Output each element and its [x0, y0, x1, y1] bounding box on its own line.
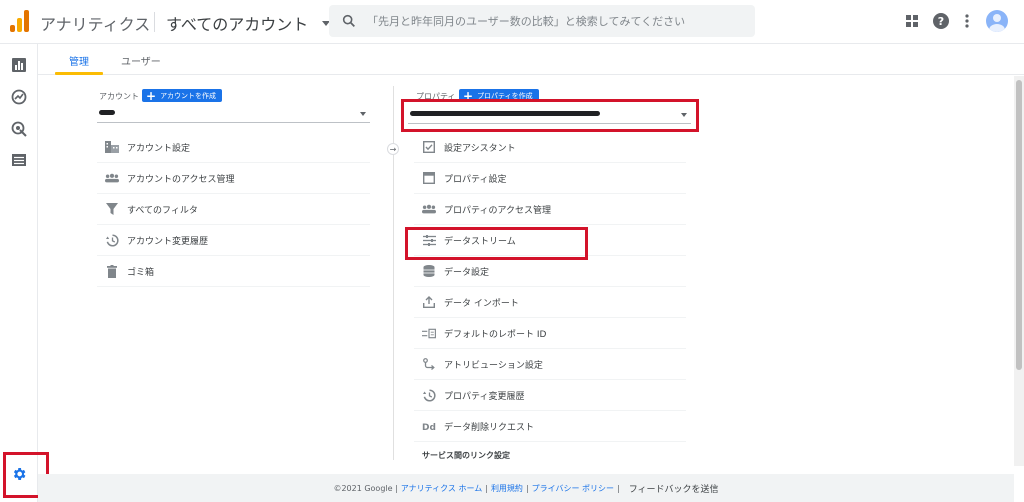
menu-item-account-settings[interactable]: アカウント設定 [97, 132, 370, 163]
explore-icon[interactable] [11, 89, 27, 105]
left-nav-rail [0, 44, 38, 502]
menu-item-label: アカウント設定 [127, 143, 191, 154]
help-icon[interactable]: ? [931, 11, 951, 31]
history-icon [422, 388, 436, 402]
menu-item-all-filters[interactable]: すべてのフィルタ [97, 194, 370, 225]
property-menu: 設定アシスタント プロパティ設定 プロパティのアクセス管理 データストリーム デ… [414, 132, 686, 461]
menu-item-label: アトリビューション設定 [444, 360, 543, 371]
menu-item-trash[interactable]: ゴミ箱 [97, 256, 370, 287]
menu-item-property-settings[interactable]: プロパティ設定 [414, 163, 686, 194]
search-bar[interactable] [329, 5, 755, 37]
menu-item-label: すべてのフィルタ [127, 205, 198, 216]
account-picker-label: すべてのアカウント [166, 15, 309, 34]
people-icon [422, 202, 436, 216]
apps-grid-icon[interactable] [902, 11, 922, 31]
scrollbar-thumb[interactable] [1016, 80, 1022, 370]
analytics-logo-icon[interactable] [10, 10, 30, 32]
menu-item-label: アカウント変更履歴 [127, 236, 209, 247]
people-icon [105, 171, 119, 185]
menu-item-label: データ設定 [444, 267, 490, 278]
feedback-link[interactable]: フィードバックを送信 [629, 482, 719, 495]
trash-icon [105, 264, 119, 278]
menu-item-label: プロパティ変更履歴 [444, 391, 525, 402]
account-column-label: アカウント [99, 92, 139, 101]
menu-item-label: データ インポート [444, 298, 519, 309]
building-icon [105, 140, 119, 154]
tab-user[interactable]: ユーザー [121, 53, 161, 68]
menu-item-property-access[interactable]: プロパティのアクセス管理 [414, 194, 686, 225]
plus-icon: + [146, 88, 157, 103]
top-app-bar: アナリティクス すべてのアカウント ? [0, 0, 1024, 44]
footer-link-privacy[interactable]: プライバシー ポリシー [532, 483, 614, 494]
menu-item-data-deletion[interactable]: Dd データ削除リクエスト [414, 411, 686, 442]
menu-item-label: プロパティ設定 [444, 174, 507, 185]
menu-item-data-import[interactable]: データ インポート [414, 287, 686, 318]
admin-tabs: 管理 ユーザー [38, 44, 1024, 75]
upload-icon [422, 295, 436, 309]
data-deletion-icon: Dd [422, 419, 436, 433]
menu-item-account-history[interactable]: アカウント変更履歴 [97, 225, 370, 256]
footer: ©2021 Google | アナリティクス ホーム | 利用規約 | プライバ… [38, 474, 1014, 502]
arrow-right-icon: → [387, 143, 399, 155]
more-vert-icon[interactable] [957, 11, 977, 31]
report-id-icon [422, 326, 436, 340]
menu-item-label: アカウントのアクセス管理 [127, 174, 235, 185]
section-heading-links: サービス間のリンク設定 [422, 451, 510, 460]
avatar[interactable] [986, 10, 1008, 32]
history-icon [105, 233, 119, 247]
advertising-icon[interactable] [11, 121, 27, 137]
attribution-icon [422, 357, 436, 371]
account-menu: アカウント設定 アカウントのアクセス管理 すべてのフィルタ アカウント変更履歴 … [97, 132, 370, 287]
menu-item-label: デフォルトのレポート ID [444, 329, 547, 340]
redacted-account-name [99, 110, 115, 115]
footer-separator: | [525, 483, 529, 493]
menu-item-property-history[interactable]: プロパティ変更履歴 [414, 380, 686, 411]
data-streams-highlight [405, 227, 588, 260]
create-account-label: アカウントを作成 [160, 91, 217, 100]
menu-item-label: データ削除リクエスト [444, 422, 535, 433]
footer-link-terms[interactable]: 利用規約 [491, 483, 523, 494]
search-icon [342, 14, 355, 27]
reports-icon[interactable] [11, 57, 27, 73]
menu-item-default-report-id[interactable]: デフォルトのレポート ID [414, 318, 686, 349]
menu-item-label: ゴミ箱 [127, 267, 155, 278]
configure-icon[interactable] [11, 152, 27, 168]
footer-copyright: ©2021 Google | [333, 483, 398, 493]
property-icon [422, 171, 436, 185]
search-input[interactable] [367, 11, 747, 31]
tab-admin[interactable]: 管理 [69, 53, 89, 68]
menu-item-label: プロパティのアクセス管理 [444, 205, 552, 216]
chevron-down-icon [360, 112, 366, 116]
menu-item-setup-assistant[interactable]: 設定アシスタント [414, 132, 686, 163]
footer-separator: | [617, 483, 620, 493]
menu-item-attribution-settings[interactable]: アトリビューション設定 [414, 349, 686, 380]
filter-icon [105, 202, 119, 216]
active-tab-indicator [55, 72, 103, 75]
header-divider [154, 12, 155, 32]
svg-text:?: ? [938, 15, 944, 28]
database-icon [422, 264, 436, 278]
app-title[interactable]: アナリティクス [40, 11, 150, 35]
menu-item-label: 設定アシスタント [444, 143, 516, 154]
scrollbar[interactable] [1014, 76, 1024, 466]
menu-item-data-settings[interactable]: データ設定 [414, 256, 686, 287]
checklist-icon [422, 140, 436, 154]
create-account-button[interactable]: + アカウントを作成 [142, 88, 223, 103]
account-picker[interactable]: すべてのアカウント [166, 11, 331, 35]
property-selector-highlight [401, 99, 699, 132]
svg-text:Dd: Dd [422, 423, 436, 431]
footer-separator: | [485, 483, 488, 493]
account-selector[interactable] [97, 105, 370, 123]
menu-item-account-access[interactable]: アカウントのアクセス管理 [97, 163, 370, 194]
footer-link-analytics-home[interactable]: アナリティクス ホーム [401, 483, 482, 494]
